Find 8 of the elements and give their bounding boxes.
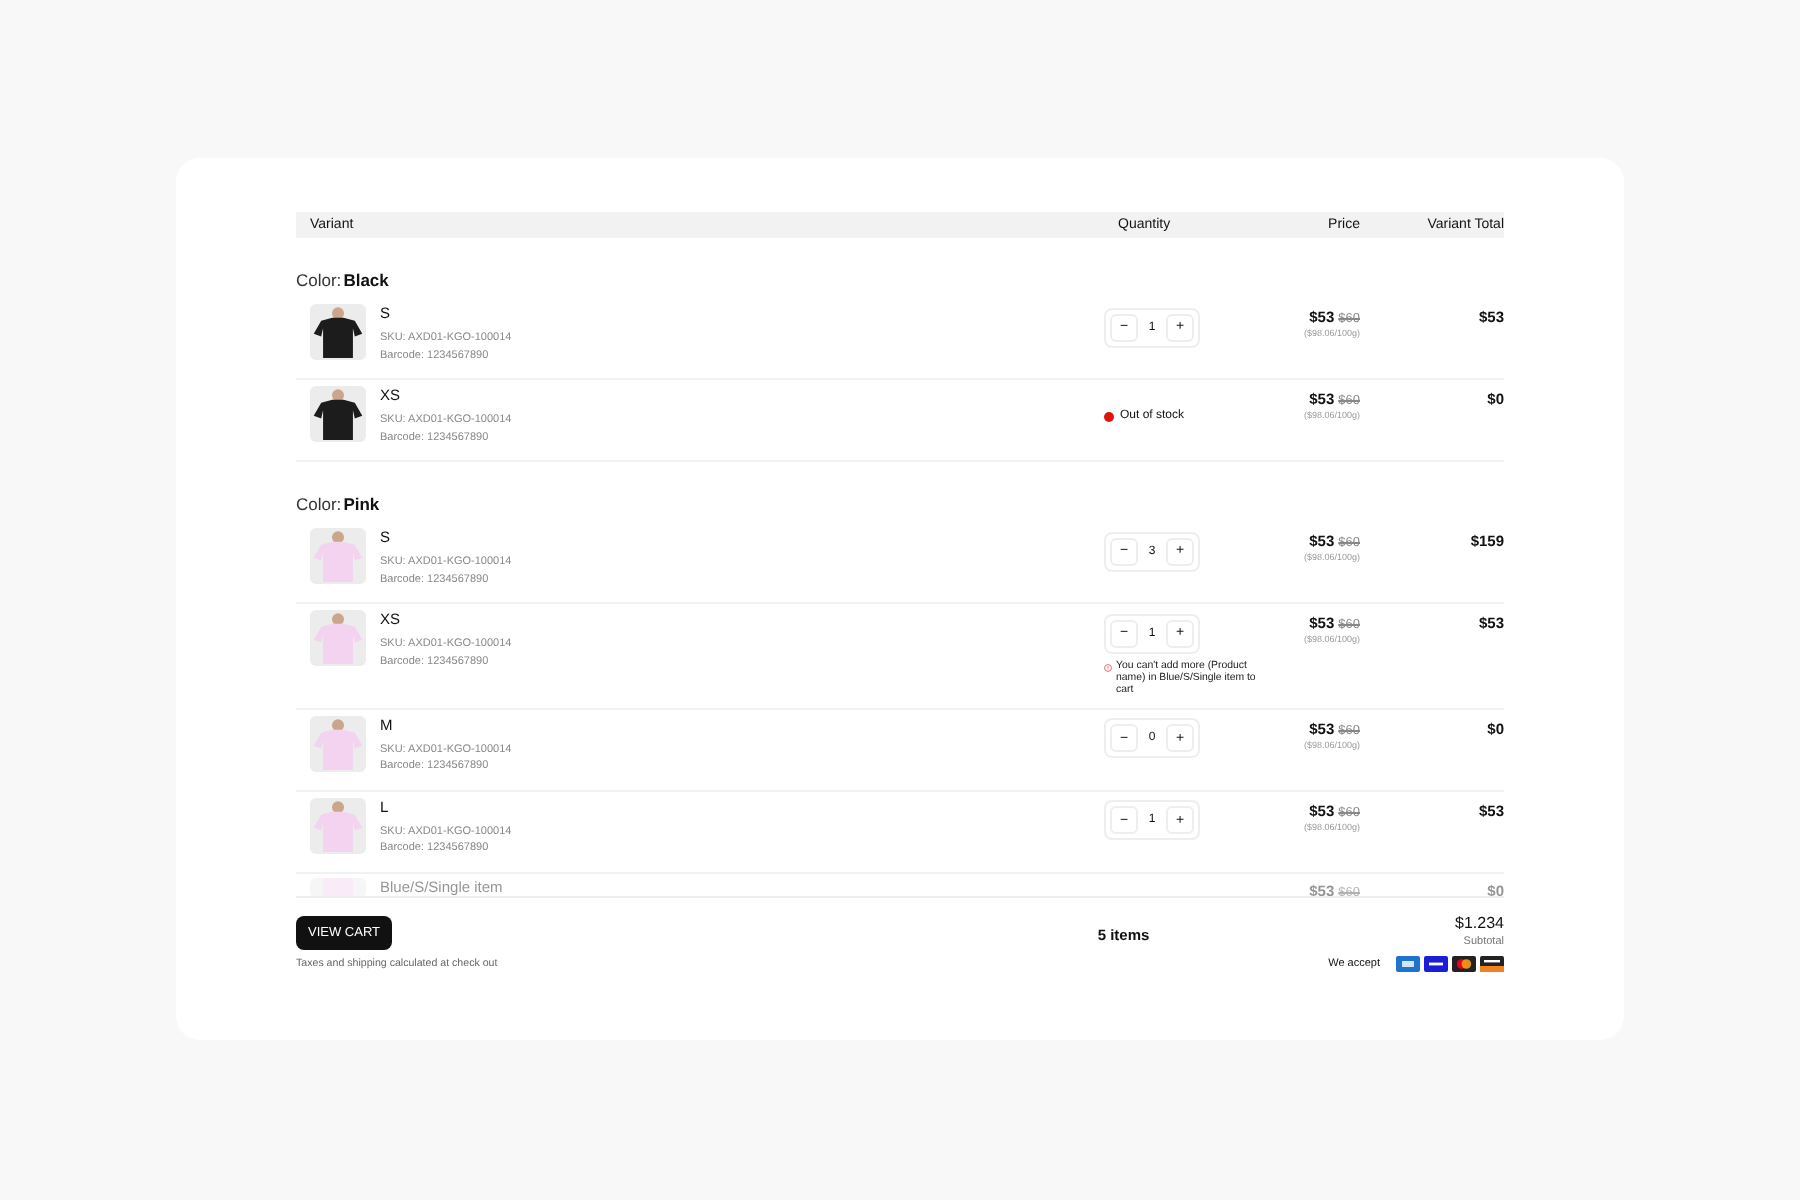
payment-card-icon: [1396, 956, 1420, 972]
warning-icon: [1104, 659, 1113, 675]
payment-card-icon: [1452, 956, 1476, 972]
payment-card-icon: [1480, 956, 1504, 972]
group-label: Color:Black: [296, 270, 391, 290]
group-label: Color:Pink: [296, 494, 382, 514]
payment-card-icon: [1424, 956, 1448, 972]
subtotal-amount: $1.234: [1455, 914, 1504, 932]
